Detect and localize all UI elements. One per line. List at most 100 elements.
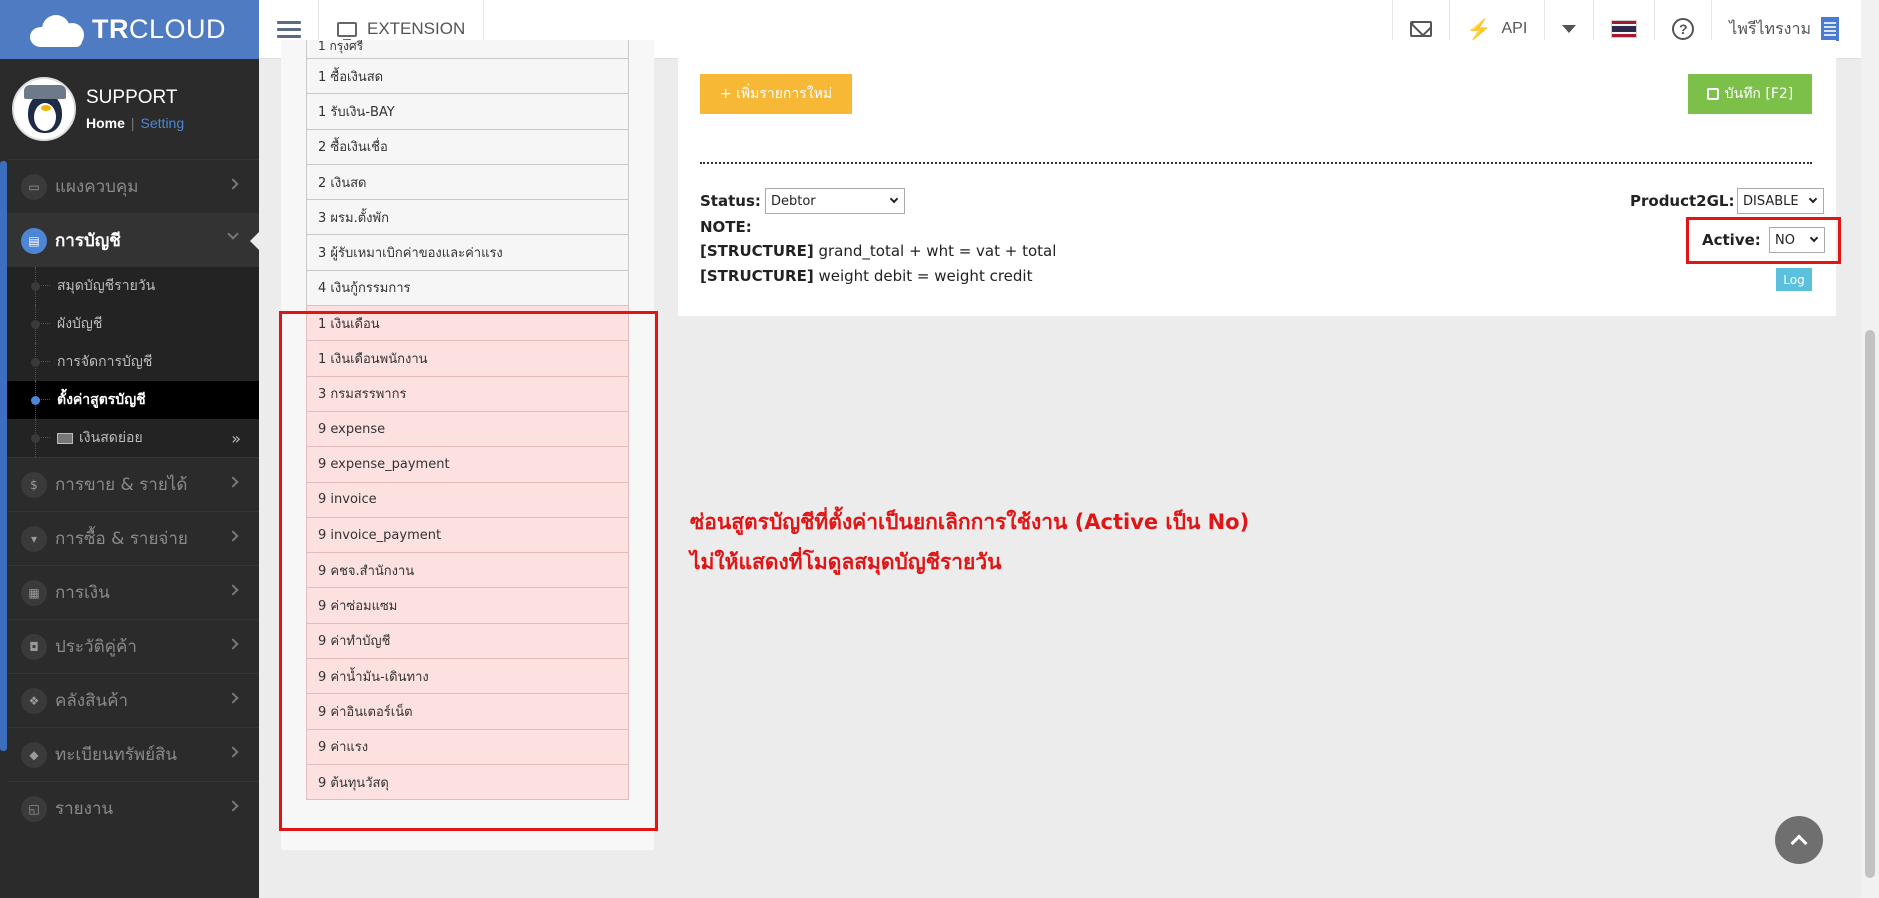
list-item-inactive[interactable]: 9 ค่าทำบัญชี (306, 623, 629, 660)
list-item[interactable]: 2 ซื้อเงินเชื่อ (306, 129, 629, 165)
structure-line-1: [STRUCTURE] grand_total + wht = vat + to… (700, 242, 1056, 260)
product2gl-value: DISABLE (1743, 193, 1799, 209)
page-scrollbar[interactable] (1861, 0, 1879, 898)
cart-icon: ▾ (21, 525, 47, 552)
sidebar-subitem-label: เงินสดย่อย (79, 430, 143, 446)
avatar[interactable] (12, 77, 76, 141)
chevron-right-icon (227, 800, 239, 812)
api-label: API (1501, 20, 1528, 37)
sidebar-item-label: การขาย & รายได้ (55, 475, 188, 495)
sidebar-item-label: การบัญชี (55, 231, 121, 251)
sidebar-item-sales[interactable]: $ การขาย & รายได้ (7, 457, 259, 511)
structure-line-2: [STRUCTURE] weight debit = weight credit (700, 267, 1032, 285)
status-value: Debtor (771, 193, 816, 209)
list-item[interactable]: 1 กรุงศรี (306, 40, 629, 59)
monitor-icon: ▭ (21, 173, 47, 200)
list-item-inactive[interactable]: 9 ค่าแรง (306, 729, 629, 765)
active-select[interactable]: NO (1769, 227, 1825, 253)
sidebar-item-assets[interactable]: ◆ ทะเบียนทรัพย์สิน (7, 727, 259, 781)
chevron-right-icon (227, 746, 239, 758)
note-label: NOTE: (700, 218, 752, 236)
sidebar-nav: ▭ แผงควบคุม ▤ การบัญชี สมุดบัญชีรายวัน ผ… (7, 159, 259, 835)
active-value: NO (1775, 232, 1795, 248)
chevron-down-icon (889, 194, 899, 204)
sidebar-item-purchases[interactable]: ▾ การซื้อ & รายจ่าย (7, 511, 259, 565)
report-icon: ◱ (21, 795, 47, 822)
sidebar-item-reports[interactable]: ◱ รายงาน (7, 781, 259, 835)
status-label: Status: (700, 192, 761, 210)
sidebar-subitem-formula-settings[interactable]: ตั้งค่าสูตรบัญชี (7, 381, 259, 419)
add-new-button[interactable]: + เพิ่มรายการใหม่ (700, 74, 852, 114)
list-item[interactable]: 1 รับเงิน-BAY (306, 94, 629, 130)
contact-icon: ◘ (21, 633, 47, 660)
sidebar-subitem-label: การจัดการบัญชี (57, 354, 153, 370)
sidebar-item-label: ประวัติคู่ค้า (55, 637, 137, 657)
caret-down-icon (1562, 25, 1577, 33)
sidebar-subitem-petty-cash[interactable]: เงินสดย่อย » (7, 419, 259, 457)
list-item-inactive[interactable]: 9 ค่าน้ำมัน-เดินทาง (306, 659, 629, 695)
accounting-submenu: สมุดบัญชีรายวัน ผังบัญชี การจัดการบัญชี … (7, 267, 259, 457)
sidebar-subitem-label: ผังบัญชี (57, 316, 103, 332)
sidebar-item-label: ทะเบียนทรัพย์สิน (55, 745, 178, 765)
sidebar-subitem-account-management[interactable]: การจัดการบัญชี (7, 343, 259, 381)
home-link[interactable]: Home (86, 115, 125, 131)
diamond-icon: ◆ (21, 741, 47, 768)
chevron-right-icon (227, 178, 239, 190)
profile-name: SUPPORT (86, 87, 178, 108)
cloud-icon (30, 13, 86, 47)
thai-flag-icon (1611, 20, 1638, 38)
setting-link[interactable]: Setting (141, 115, 185, 131)
sidebar-item-accounting[interactable]: ▤ การบัญชี (7, 213, 259, 267)
list-item-inactive[interactable]: 1 เงินเดือนพนักงาน (306, 341, 629, 377)
list-item[interactable]: 2 เงินสด (306, 164, 629, 201)
list-item-inactive[interactable]: 9 invoice_payment (306, 517, 629, 554)
sidebar-item-partners[interactable]: ◘ ประวัติคู่ค้า (7, 619, 259, 673)
dollar-icon: $ (21, 471, 47, 498)
list-item[interactable]: 4 เงินกู้กรรมการ (306, 270, 629, 307)
structure-formula: grand_total + wht = vat + total (818, 242, 1057, 260)
list-item-inactive[interactable]: 9 expense_payment (306, 447, 629, 483)
card-icon (57, 432, 73, 444)
chevron-right-icon (227, 692, 239, 704)
sidebar-item-label: รายงาน (55, 799, 114, 819)
product2gl-select[interactable]: DISABLE (1737, 188, 1824, 214)
status-select[interactable]: Debtor (765, 188, 905, 214)
formula-list: 1 กรุงศรี 1 ซื้อเงินสด 1 รับเงิน-BAY 2 ซื้… (306, 40, 629, 801)
sidebar: SUPPORT Home | Setting ▭ แผงควบคุม ▤ การบั… (0, 59, 259, 898)
save-button[interactable]: บันทึก [F2] (1688, 74, 1812, 114)
chevron-right-icon (227, 530, 239, 542)
save-button-label: บันทึก [F2] (1724, 86, 1794, 102)
list-item[interactable]: 1 ซื้อเงินสด (306, 59, 629, 95)
structure-tag: [STRUCTURE] (700, 267, 814, 285)
divider (700, 162, 1812, 164)
brand-name: TRCLOUD (92, 14, 227, 44)
list-item[interactable]: 3 ผรม.ตั้งพัก (306, 200, 629, 236)
annotation-line-2: ไม่ให้แสดงที่โมดูลสมุดบัญชีรายวัน (690, 550, 1002, 574)
sidebar-item-inventory[interactable]: ❖ คลังสินค้า (7, 673, 259, 727)
list-item-inactive[interactable]: 9 คชจ.สำนักงาน (306, 553, 629, 589)
sidebar-item-dashboard[interactable]: ▭ แผงควบคุม (7, 159, 259, 213)
annotation-line-1: ซ่อนสูตรบัญชีที่ตั้งค่าเป็นยกเลิกการใช้ง… (690, 510, 1250, 534)
hamburger-icon (276, 17, 301, 42)
envelope-icon (1409, 21, 1432, 37)
brand-logo[interactable]: TRCLOUD (0, 0, 259, 59)
chevron-down-icon (1809, 233, 1819, 243)
list-item-inactive[interactable]: 9 invoice (306, 482, 629, 518)
list-item-inactive[interactable]: 9 ค่าซ่อมแซม (306, 588, 629, 624)
list-item[interactable]: 3 ผู้รับเหมาเบิกค่าของและค่าแรง (306, 235, 629, 271)
list-item-inactive[interactable]: 9 ต้นทุนวัสดุ (306, 764, 629, 801)
list-item-inactive[interactable]: 1 เงินเดือน (306, 306, 629, 342)
chevron-right-icon (227, 638, 239, 650)
company-name: ไพรีไทรงาม (1729, 20, 1811, 38)
sidebar-item-label: การเงิน (55, 583, 110, 603)
scroll-to-top-button[interactable] (1775, 816, 1823, 864)
list-item-inactive[interactable]: 9 ค่าอินเตอร์เน็ต (306, 694, 629, 730)
sidebar-subitem-chart-of-accounts[interactable]: ผังบัญชี (7, 305, 259, 343)
sidebar-item-label: แผงควบคุม (55, 177, 139, 197)
log-button[interactable]: Log (1776, 268, 1812, 291)
list-item-inactive[interactable]: 3 กรมสรรพากร (306, 376, 629, 412)
list-item-inactive[interactable]: 9 expense (306, 411, 629, 448)
sidebar-subitem-journal[interactable]: สมุดบัญชีรายวัน (7, 267, 259, 305)
sidebar-item-label: คลังสินค้า (55, 691, 129, 711)
sidebar-item-finance[interactable]: ▦ การเงิน (7, 565, 259, 619)
